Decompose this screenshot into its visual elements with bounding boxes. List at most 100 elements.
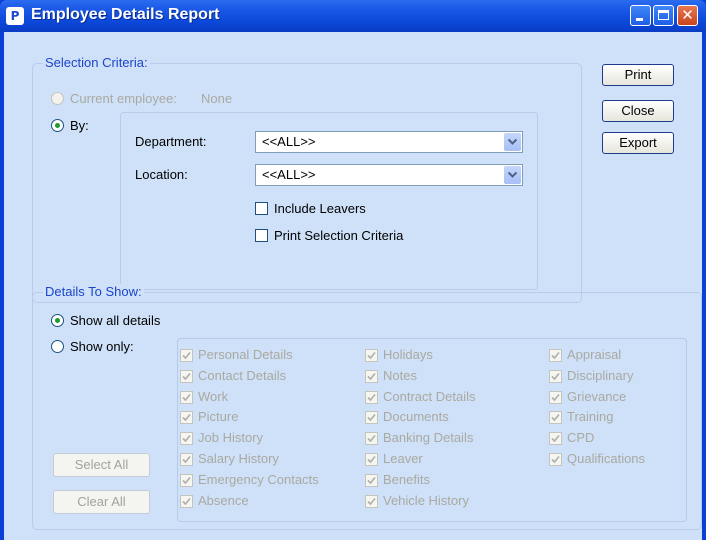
checkmark-icon xyxy=(551,455,560,464)
checkmark-icon xyxy=(367,455,376,464)
show-all-details-radio[interactable] xyxy=(51,314,64,327)
checkmark-icon xyxy=(367,393,376,402)
checkmark-icon xyxy=(367,476,376,485)
detail-checkbox[interactable] xyxy=(549,391,562,404)
detail-checkbox-label: Absence xyxy=(198,493,249,508)
include-leavers-label: Include Leavers xyxy=(274,201,366,216)
show-all-details-label: Show all details xyxy=(70,313,161,328)
detail-checkbox-label: Contact Details xyxy=(198,368,287,383)
detail-checkbox-label: Training xyxy=(567,409,614,424)
detail-checkbox-label: Picture xyxy=(198,409,239,424)
detail-checkbox[interactable] xyxy=(180,432,193,445)
detail-checkbox[interactable] xyxy=(549,349,562,362)
checkmark-icon xyxy=(182,351,191,360)
by-radio[interactable] xyxy=(51,119,64,132)
detail-checkbox[interactable] xyxy=(549,370,562,383)
detail-checkbox[interactable] xyxy=(365,495,378,508)
select-all-button[interactable]: Select All xyxy=(53,453,150,477)
selection-criteria-title: Selection Criteria: xyxy=(43,55,150,71)
detail-checkbox-label: Appraisal xyxy=(567,347,622,362)
detail-checkbox[interactable] xyxy=(180,474,193,487)
by-label: By: xyxy=(70,118,89,133)
location-select[interactable]: <<ALL>> xyxy=(255,164,523,186)
checkmark-icon xyxy=(551,434,560,443)
title-bar[interactable]: P Employee Details Report ✕ xyxy=(0,0,706,32)
checkmark-icon xyxy=(367,497,376,506)
detail-checkbox[interactable] xyxy=(180,391,193,404)
detail-checkbox[interactable] xyxy=(180,495,193,508)
print-button[interactable]: Print xyxy=(602,64,674,86)
current-employee-radio[interactable] xyxy=(51,92,64,105)
minimize-button[interactable] xyxy=(630,5,651,26)
dialog-client-area: Selection Criteria: Current employee: No… xyxy=(4,32,702,540)
location-label: Location: xyxy=(135,167,188,182)
checkmark-icon xyxy=(182,455,191,464)
detail-checkbox-label: Contract Details xyxy=(383,389,476,404)
detail-checkbox-label: Personal Details xyxy=(198,347,293,362)
current-employee-label: Current employee: xyxy=(70,91,177,106)
detail-checkbox[interactable] xyxy=(365,432,378,445)
detail-checkbox[interactable] xyxy=(549,453,562,466)
detail-checkbox-label: Leaver xyxy=(383,451,423,466)
checkmark-icon xyxy=(367,434,376,443)
detail-checkbox-label: Grievance xyxy=(567,389,627,404)
chevron-down-icon[interactable] xyxy=(504,166,521,184)
detail-checkbox-label: Emergency Contacts xyxy=(198,472,319,487)
detail-checkbox-label: Work xyxy=(198,389,229,404)
detail-checkbox[interactable] xyxy=(549,432,562,445)
print-selection-criteria-label: Print Selection Criteria xyxy=(274,228,404,243)
details-to-show-title: Details To Show: xyxy=(43,284,144,300)
detail-checkbox[interactable] xyxy=(365,453,378,466)
clear-all-button[interactable]: Clear All xyxy=(53,490,150,514)
checkmark-icon xyxy=(182,497,191,506)
print-selection-criteria-checkbox[interactable] xyxy=(255,229,268,242)
maximize-button[interactable] xyxy=(653,5,674,26)
detail-checkbox[interactable] xyxy=(549,411,562,424)
detail-checkbox[interactable] xyxy=(180,453,193,466)
checkmark-icon xyxy=(551,372,560,381)
detail-checkbox-label: Holidays xyxy=(383,347,433,362)
close-button[interactable]: Close xyxy=(602,100,674,122)
detail-checkbox[interactable] xyxy=(365,474,378,487)
detail-checkbox-label: Vehicle History xyxy=(383,493,469,508)
detail-checkbox-label: CPD xyxy=(567,430,595,445)
checkmark-icon xyxy=(367,372,376,381)
checkmark-icon xyxy=(551,413,560,422)
checkmark-icon xyxy=(551,393,560,402)
detail-checkbox[interactable] xyxy=(180,411,193,424)
detail-checkbox-label: Qualifications xyxy=(567,451,646,466)
checkmark-icon xyxy=(182,434,191,443)
detail-checkbox[interactable] xyxy=(365,411,378,424)
location-value: <<ALL>> xyxy=(262,167,316,182)
export-button[interactable]: Export xyxy=(602,132,674,154)
detail-checkbox-label: Documents xyxy=(383,409,449,424)
report-window: P Employee Details Report ✕ Selection Cr… xyxy=(0,0,706,540)
detail-checkbox-label: Salary History xyxy=(198,451,279,466)
detail-checkbox-label: Job History xyxy=(198,430,264,445)
detail-checkbox[interactable] xyxy=(365,391,378,404)
checkmark-icon xyxy=(182,372,191,381)
detail-checkbox[interactable] xyxy=(365,349,378,362)
detail-checkbox-label: Benefits xyxy=(383,472,430,487)
department-value: <<ALL>> xyxy=(262,134,316,149)
detail-checkbox[interactable] xyxy=(180,370,193,383)
department-select[interactable]: <<ALL>> xyxy=(255,131,523,153)
close-window-button[interactable]: ✕ xyxy=(677,5,698,26)
detail-checkbox-label: Disciplinary xyxy=(567,368,634,383)
window-title: Employee Details Report xyxy=(31,6,220,23)
checkmark-icon xyxy=(182,476,191,485)
checkmark-icon xyxy=(367,351,376,360)
chevron-down-icon[interactable] xyxy=(504,133,521,151)
show-only-radio[interactable] xyxy=(51,340,64,353)
include-leavers-checkbox[interactable] xyxy=(255,202,268,215)
detail-checkbox-label: Banking Details xyxy=(383,430,474,445)
close-icon: ✕ xyxy=(681,6,694,24)
detail-checkbox-label: Notes xyxy=(383,368,417,383)
detail-checkbox[interactable] xyxy=(180,349,193,362)
checkmark-icon xyxy=(551,351,560,360)
checkmark-icon xyxy=(182,413,191,422)
current-employee-value: None xyxy=(201,91,233,106)
checkmark-icon xyxy=(367,413,376,422)
detail-checkbox[interactable] xyxy=(365,370,378,383)
department-label: Department: xyxy=(135,134,207,149)
